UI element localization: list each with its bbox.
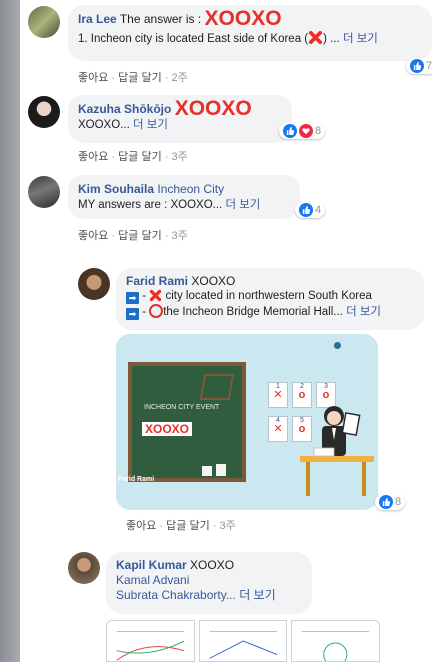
comment-author[interactable]: Farid Rami <box>126 274 188 288</box>
image-thumbnail <box>106 620 195 662</box>
comment-bubble: Ira Lee The answer is : XOOXO 1. Incheon… <box>68 5 432 61</box>
comment-actions: 좋아요 · 답글 달기 · 3주 <box>78 230 188 242</box>
red-circle-icon <box>149 304 164 318</box>
tagged-person[interactable]: Subrata Chakraborty... <box>116 588 236 602</box>
see-more-link[interactable]: 더 보기 <box>346 306 381 318</box>
board-eraser <box>216 464 226 476</box>
comment-text: XOOXO... <box>78 119 130 131</box>
comment-image[interactable] <box>106 620 381 662</box>
reply-link[interactable]: 답글 달기 <box>166 520 210 532</box>
arrow-bullet-icon: ➡ <box>126 292 139 304</box>
board-answer: XOOXO <box>142 422 193 436</box>
comment-text: ) ... <box>323 33 340 45</box>
reaction-number: 8 <box>315 125 322 137</box>
board-eraser <box>202 466 212 476</box>
comment-text: XOOXO <box>191 274 236 288</box>
like-reaction-icon <box>283 124 297 138</box>
see-more-link[interactable]: 더 보기 <box>239 588 275 602</box>
comment-author[interactable]: Kazuha Shōkōjo <box>78 102 171 116</box>
comment-bubble: Kazuha Shōkōjo XOOXO XOOXO... 더 보기 <box>68 95 292 143</box>
timestamp[interactable]: 2주 <box>171 72 187 84</box>
xo-answer: XOOXO <box>204 7 282 30</box>
comment-author[interactable]: Ira Lee <box>78 12 117 26</box>
like-reaction-icon <box>379 495 393 509</box>
like-link[interactable]: 좋아요 <box>78 151 108 163</box>
image-thumbnail <box>198 620 288 662</box>
avatar[interactable] <box>78 268 110 300</box>
board-title: INCHEON CITY EVENT <box>144 404 220 411</box>
red-x-icon <box>150 289 162 302</box>
comment-text: city located in northwestern South Korea <box>165 290 372 302</box>
comment-actions: 좋아요 · 답글 달기 · 3주 <box>126 520 236 532</box>
comment-author[interactable]: Kim Souhaila <box>78 182 154 196</box>
reaction-number: 4 <box>315 204 322 216</box>
reaction-count[interactable]: 7 <box>406 58 432 74</box>
image-logo <box>334 342 368 352</box>
see-more-link[interactable]: 더 보기 <box>343 33 378 45</box>
comment-image[interactable]: INCHEON CITY EVENT XOOXO Farid Rami 1 ✕ 2… <box>116 334 378 510</box>
reaction-count[interactable]: 8 <box>375 494 406 510</box>
reply-link[interactable]: 답글 달기 <box>118 230 162 242</box>
timestamp[interactable]: 3주 <box>219 520 235 532</box>
like-reaction-icon <box>299 203 313 217</box>
comment-actions: 좋아요 · 답글 달기 · 2주 <box>78 72 188 84</box>
comment-actions: 좋아요 · 답글 달기 · 3주 <box>78 151 188 163</box>
comment-text: MY answers are : XOOXO... <box>78 199 223 211</box>
see-more-link[interactable]: 더 보기 <box>133 119 168 131</box>
reaction-number: 7 <box>426 60 432 72</box>
comment-text: 1. Incheon city is located East side of … <box>78 33 309 45</box>
avatar[interactable] <box>28 96 60 128</box>
comment-author[interactable]: Kapil Kumar <box>116 558 187 572</box>
chalkboard: INCHEON CITY EVENT XOOXO <box>128 362 246 482</box>
like-link[interactable]: 좋아요 <box>78 72 108 84</box>
red-x-icon <box>309 30 323 45</box>
reaction-number: 8 <box>395 496 402 508</box>
image-thumbnail <box>291 620 381 662</box>
reply-link[interactable]: 답글 달기 <box>118 72 162 84</box>
avatar[interactable] <box>28 176 60 208</box>
arrow-bullet-icon: ➡ <box>126 308 139 320</box>
comments-panel: Ira Lee The answer is : XOOXO 1. Incheon… <box>20 0 432 662</box>
comment-bubble: Kapil Kumar XOOXO Kamal Advani Subrata C… <box>106 552 312 614</box>
board-signature: Farid Rami <box>118 476 155 483</box>
avatar[interactable] <box>28 6 60 38</box>
woman-at-desk-illustration <box>300 406 374 496</box>
comment-bubble: Kim Souhaila Incheon City MY answers are… <box>68 175 300 219</box>
tagged-page[interactable]: Incheon City <box>157 182 224 196</box>
avatar[interactable] <box>68 552 100 584</box>
tagged-person[interactable]: Kamal Advani <box>116 573 302 588</box>
xo-answer: XOOXO <box>174 97 252 120</box>
comment-bubble: Farid Rami XOOXO ➡ - city located in nor… <box>116 268 424 330</box>
like-reaction-icon <box>410 59 424 73</box>
board-window <box>199 374 235 400</box>
comment-text: XOOXO <box>190 558 235 572</box>
timestamp[interactable]: 3주 <box>171 151 187 163</box>
reply-link[interactable]: 답글 달기 <box>118 151 162 163</box>
like-link[interactable]: 좋아요 <box>78 230 108 242</box>
reaction-count[interactable]: 4 <box>295 202 326 218</box>
love-reaction-icon <box>299 124 313 138</box>
comment-text: the Incheon Bridge Memorial Hall... <box>163 306 343 318</box>
left-background-strip <box>0 0 20 662</box>
reaction-count[interactable]: 8 <box>279 123 326 139</box>
comment-text: The answer is : <box>119 12 202 26</box>
like-link[interactable]: 좋아요 <box>126 520 156 532</box>
see-more-link[interactable]: 더 보기 <box>225 199 260 211</box>
timestamp[interactable]: 3주 <box>171 230 187 242</box>
